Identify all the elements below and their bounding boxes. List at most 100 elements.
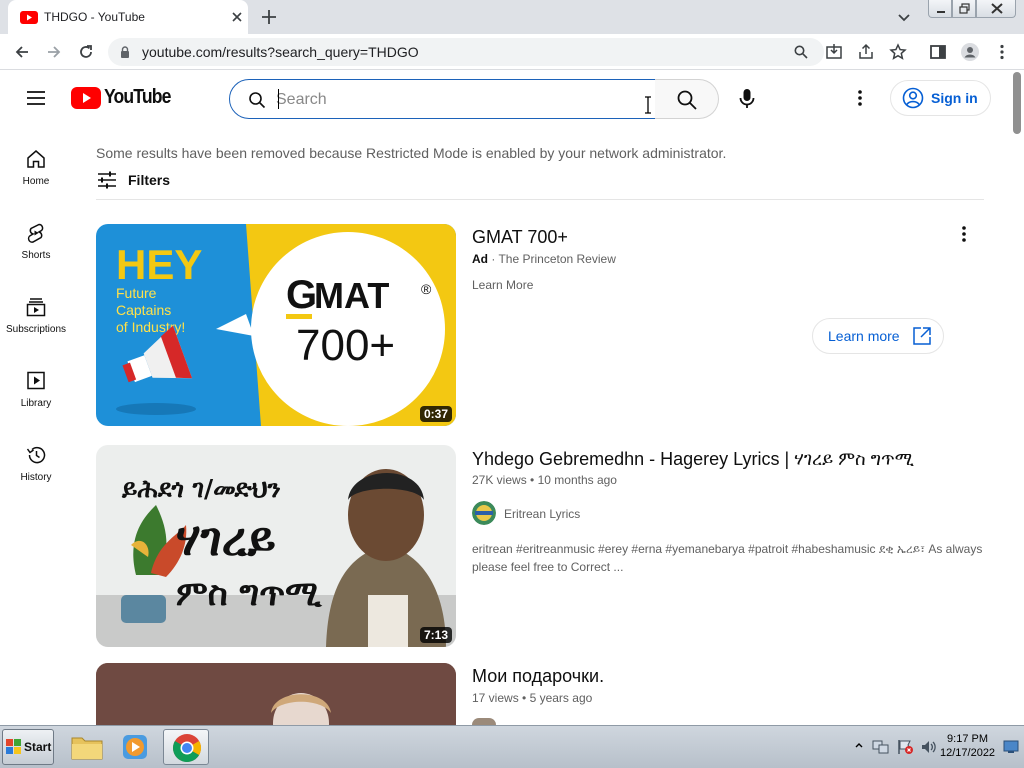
account-icon — [902, 87, 924, 109]
svg-text:G: G — [286, 273, 317, 317]
sidebar-item-home[interactable]: Home — [0, 148, 72, 187]
sidebar-item-label: History — [20, 472, 52, 483]
hagerey-video-thumbnail[interactable]: ይሕደጎ ገ/መድህን ሃገረይ ምስ ግጥሚ 7:13 — [96, 445, 456, 647]
install-download-icon[interactable] — [824, 42, 844, 62]
microphone-icon — [739, 89, 755, 108]
search-input[interactable] — [276, 87, 636, 113]
new-tab-icon[interactable] — [260, 8, 278, 26]
home-icon — [27, 150, 45, 168]
reload-icon[interactable] — [76, 42, 96, 62]
restricted-mode-notice: Some results have been removed because R… — [96, 145, 727, 161]
url-text[interactable]: youtube.com/results?search_query=THDGO — [142, 44, 419, 60]
chrome-icon — [173, 734, 201, 762]
media-player-icon — [123, 735, 147, 759]
sign-in-button[interactable]: Sign in — [890, 80, 991, 116]
hagerey-thumbnail-art: ይሕደጎ ገ/መድህን ሃገረይ ምስ ግጥሚ — [96, 445, 456, 647]
advertiser-name[interactable]: The Princeton Review — [498, 252, 615, 266]
browser-tab[interactable]: THDGO - YouTube — [8, 0, 248, 34]
sidebar-item-shorts[interactable]: Shorts — [0, 222, 72, 261]
video-meta: 17 views • 5 years ago — [472, 691, 592, 705]
tab-title: THDGO - YouTube — [44, 10, 145, 24]
ad-badge: Ad — [472, 252, 488, 266]
volume-icon[interactable] — [920, 739, 938, 755]
result-title[interactable]: Мои подарочки. — [472, 666, 604, 687]
window-restore-button[interactable] — [952, 0, 976, 18]
action-center-flag-icon[interactable] — [896, 739, 914, 755]
youtube-favicon-icon — [20, 11, 38, 24]
start-label: Start — [24, 740, 52, 754]
sidebar-item-label: Shorts — [21, 250, 51, 261]
side-panel-icon[interactable] — [928, 42, 948, 62]
svg-text:ይሕደጎ ገ/መድህን: ይሕደጎ ገ/መድህን — [121, 474, 281, 503]
result-title[interactable]: GMAT 700+ — [472, 227, 568, 248]
svg-text:®: ® — [421, 281, 432, 297]
learn-more-label: Learn more — [828, 328, 900, 344]
upload-age: 10 months ago — [537, 473, 617, 487]
external-link-icon — [912, 327, 931, 345]
svg-text:ምስ ግጥሚ: ምስ ግጥሚ — [176, 574, 322, 614]
channel-avatar[interactable] — [472, 718, 496, 725]
search-button[interactable] — [655, 79, 719, 119]
learn-more-button[interactable]: Learn more — [812, 318, 944, 354]
share-icon[interactable] — [856, 42, 876, 62]
hamburger-menu-icon[interactable] — [26, 88, 46, 108]
address-bar[interactable]: youtube.com/results?search_query=THDGO — [108, 38, 824, 66]
taskbar-chrome[interactable] — [163, 729, 209, 765]
video-meta: 27K views • 10 months ago — [472, 473, 617, 487]
show-hidden-icons-icon[interactable] — [854, 741, 864, 751]
show-desktop-icon[interactable] — [1003, 740, 1019, 754]
system-tray — [848, 728, 1024, 766]
channel-name[interactable]: Eritrean Lyrics — [504, 507, 580, 521]
meta-separator: • — [530, 473, 538, 487]
sidebar-item-history[interactable]: History — [0, 444, 72, 483]
chrome-menu-icon[interactable] — [992, 42, 1012, 62]
third-thumbnail-art — [96, 663, 456, 725]
sidebar-item-label: Home — [22, 176, 50, 187]
svg-text:ሃገረይ: ሃገረይ — [176, 512, 276, 566]
bookmark-star-icon[interactable] — [888, 42, 908, 62]
channel-avatar[interactable] — [472, 501, 496, 525]
start-button[interactable]: Start — [2, 729, 54, 765]
back-arrow-icon[interactable] — [12, 42, 32, 62]
youtube-logo[interactable]: YouTube — [71, 86, 180, 109]
result-title[interactable]: Yhdego Gebremedhn - Hagerey Lyrics | ሃገረ… — [472, 449, 914, 470]
window-minimize-button[interactable] — [928, 0, 952, 18]
third-video-thumbnail[interactable] — [96, 663, 456, 725]
taskbar-explorer[interactable] — [64, 729, 110, 765]
ad-more-options-icon[interactable] — [954, 224, 974, 244]
folder-icon — [71, 737, 103, 760]
gmat-ad-thumbnail[interactable]: HEY Future Captains of Industry! G MAT ® 7… — [96, 224, 456, 426]
library-icon — [27, 371, 45, 390]
profile-avatar-icon[interactable] — [960, 42, 980, 62]
voice-search-button[interactable] — [727, 79, 767, 119]
filters-button[interactable]: Filters — [96, 170, 170, 190]
windows-taskbar: Start 9:17 PM 12/17/2022 — [0, 725, 1024, 768]
sidebar-item-subscriptions[interactable]: Subscriptions — [0, 296, 72, 335]
scrollbar-thumb[interactable] — [1013, 72, 1021, 134]
clock-date: 12/17/2022 — [940, 747, 996, 759]
forward-arrow-icon[interactable] — [44, 42, 64, 62]
tab-search-chevron-icon[interactable] — [896, 9, 912, 25]
more-options-icon[interactable] — [850, 88, 870, 108]
view-count: 27K views — [472, 473, 527, 487]
tab-close-icon[interactable] — [228, 8, 246, 26]
window-close-button[interactable] — [976, 0, 1016, 18]
meta-separator: • — [522, 691, 530, 705]
sidebar-item-library[interactable]: Library — [0, 370, 72, 409]
sidebar-item-label: Subscriptions — [5, 324, 67, 335]
network-icon[interactable] — [872, 739, 890, 755]
search-icon — [249, 92, 266, 109]
filters-label: Filters — [128, 172, 171, 188]
logo-text: YouTube — [104, 86, 171, 108]
taskbar-clock[interactable]: 9:17 PM 12/17/2022 — [940, 732, 995, 760]
ad-meta: Ad · The Princeton Review — [472, 252, 616, 266]
divider — [96, 199, 984, 200]
view-count: 17 views — [472, 691, 519, 705]
zoom-search-icon[interactable] — [794, 45, 808, 59]
page-scrollbar[interactable] — [1009, 70, 1024, 725]
taskbar-media-player[interactable] — [112, 729, 158, 765]
sign-in-label: Sign in — [931, 90, 978, 106]
lock-icon[interactable] — [120, 46, 130, 58]
search-box[interactable] — [229, 79, 656, 119]
ad-subtext[interactable]: Learn More — [472, 278, 533, 292]
